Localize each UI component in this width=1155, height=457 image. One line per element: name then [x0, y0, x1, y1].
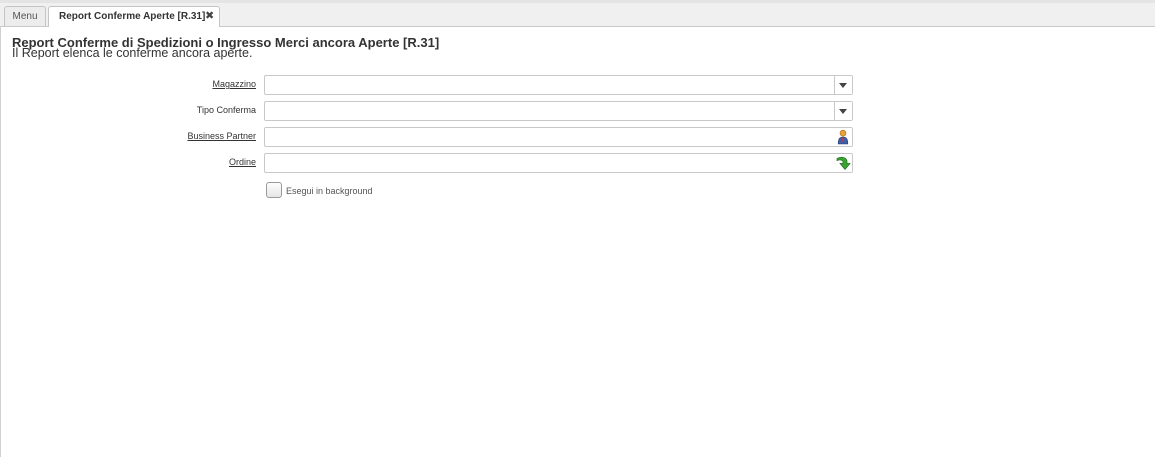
- tab-menu[interactable]: Menu: [4, 6, 46, 26]
- tab-report[interactable]: Report Conferme Aperte [R.31] ✖: [48, 6, 220, 27]
- person-icon[interactable]: [835, 129, 851, 145]
- magazzino-label: Magazzino: [212, 79, 256, 89]
- ordine-label: Ordine: [228, 157, 256, 167]
- business-partner-input[interactable]: [265, 128, 838, 146]
- chevron-down-icon: [839, 83, 847, 88]
- tipo-conferma-dropdown-button[interactable]: [834, 102, 852, 120]
- ordine-input[interactable]: [265, 154, 838, 172]
- business-partner-field[interactable]: [264, 127, 853, 147]
- business-partner-label: Business Partner: [187, 131, 256, 141]
- magazzino-field[interactable]: [264, 75, 853, 95]
- close-icon[interactable]: ✖: [205, 7, 214, 26]
- tab-bar: Menu Report Conferme Aperte [R.31] ✖: [0, 3, 1155, 27]
- tipo-conferma-label: Tipo Conferma: [196, 105, 256, 115]
- tab-menu-label: Menu: [12, 11, 38, 22]
- left-border: [0, 26, 1, 457]
- magazzino-input[interactable]: [265, 76, 838, 94]
- tipo-conferma-input[interactable]: [265, 102, 838, 120]
- green-arrow-icon[interactable]: [835, 155, 851, 171]
- page-description: Il Report elenca le conferme ancora aper…: [12, 46, 253, 60]
- tab-report-label: Report Conferme Aperte [R.31]: [59, 11, 206, 22]
- tipo-conferma-field[interactable]: [264, 101, 853, 121]
- background-checkbox-label[interactable]: Esegui in background: [286, 186, 373, 196]
- background-checkbox[interactable]: [266, 182, 282, 198]
- chevron-down-icon: [839, 109, 847, 114]
- ordine-field[interactable]: [264, 153, 853, 173]
- magazzino-dropdown-button[interactable]: [834, 76, 852, 94]
